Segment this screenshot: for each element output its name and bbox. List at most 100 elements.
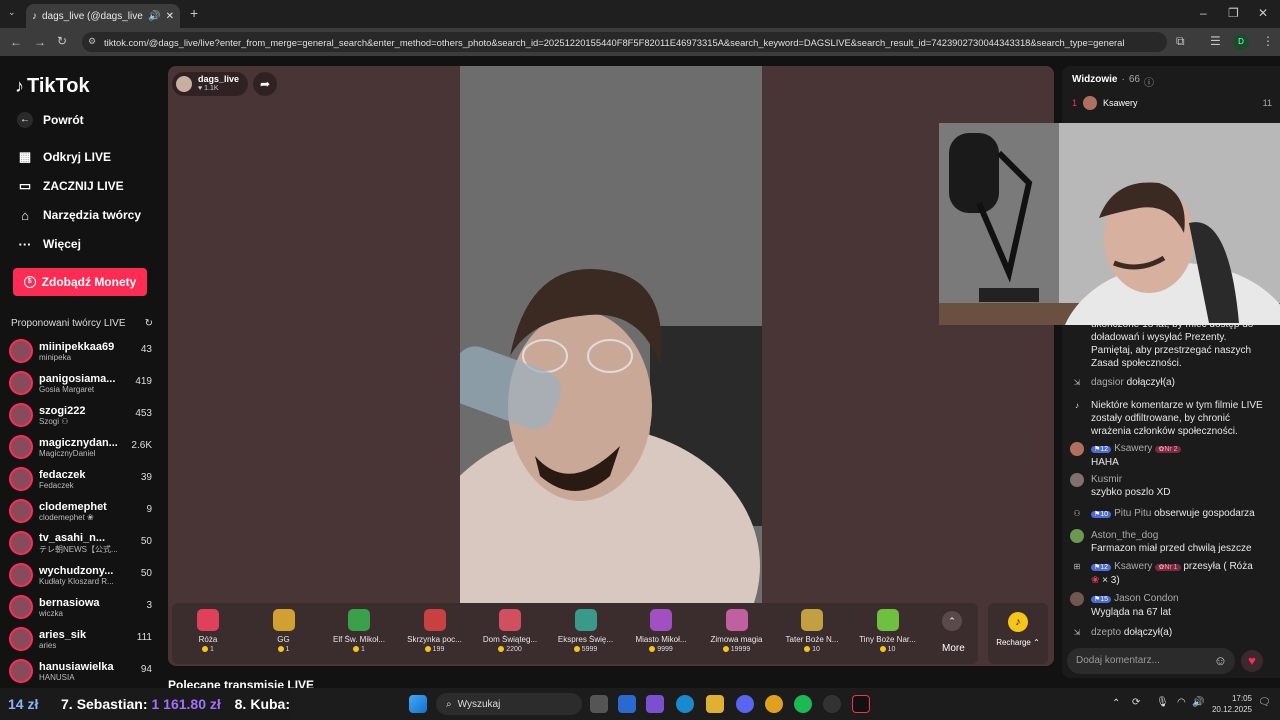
gift-item[interactable]: Ekspres Świę... 5999 [550,603,622,664]
tiktok-logo[interactable]: ♪ TikTok [15,75,90,98]
recharge-button[interactable]: ♪ Recharge ⌃ [988,603,1048,664]
gift-name: Dom Świąteg... [482,635,538,644]
creator-viewer-count: 3 [146,600,152,611]
viewers-header[interactable]: Widzowie · 66 ⓘ [1072,74,1154,89]
gift-item[interactable]: Tiny Boże Nar... 10 [852,603,924,664]
notifications-icon[interactable]: 🗨 [1258,697,1271,708]
top-viewer-row[interactable]: 1 Ksawery 11 [1072,96,1272,110]
gift-expand-button[interactable]: ⌃ [942,611,962,631]
creator-list-item[interactable]: wychudzony... Kudłaty Kloszard R... 50 [0,559,152,591]
chrome-menu-icon[interactable]: ⋮ [1262,34,1274,48]
gift-item[interactable]: Skrzynka poc... 199 [399,603,471,664]
refresh-icon[interactable]: ↻ [145,318,153,329]
creator-list-item[interactable]: tv_asahi_n... テレ朝NEWS【公式... 50 [0,527,152,559]
gift-item[interactable]: Dom Świąteg... 2200 [474,603,546,664]
emoji-icon[interactable]: ☺ [1214,653,1227,668]
wifi-icon[interactable]: ◠ [1177,697,1186,708]
browser-tab[interactable]: ♪ dags_live (@dags_live) pro... 🔊 ✕ [26,4,180,28]
windows-start-icon[interactable] [409,695,427,713]
chat-avatar[interactable] [1070,592,1084,606]
viewers-label: Widzowie [1072,74,1118,85]
gift-item[interactable]: Zimowa magia 19999 [701,603,773,664]
info-icon[interactable]: ⓘ [1144,74,1154,89]
media-control-icon[interactable]: ☰ [1210,34,1221,48]
creator-list-item[interactable]: aries_sik aries 111 [0,623,152,655]
reload-icon[interactable]: ↻ [57,34,67,48]
gifts-more-label[interactable]: More [942,643,965,654]
share-button[interactable]: ➦ [253,72,277,96]
chat-username[interactable]: dagsior [1091,377,1124,388]
file-explorer-icon[interactable] [706,695,724,713]
creator-list-item[interactable]: magicznydan... MagicznyDaniel 2.6K [0,431,152,463]
viewer-name: Ksawery [1103,98,1138,108]
restore-icon[interactable]: ❐ [1228,6,1239,20]
minimize-icon[interactable]: – [1200,6,1207,20]
address-bar[interactable]: ⚙ tiktok.com/@dags_live/live?enter_from_… [82,32,1167,52]
chat-username[interactable]: Ksawery [1114,561,1152,572]
discord-icon[interactable] [736,695,754,713]
host-info[interactable]: dags_live ♥ 1.1K [172,72,248,96]
get-coins-button[interactable]: $ Zdobądź Monety [13,268,147,296]
host-name[interactable]: dags_live [198,74,239,84]
creator-list-item[interactable]: fedaczek Fedaczek 39 [0,463,152,495]
chat-username[interactable]: Kusmir [1091,474,1122,485]
copilot-icon[interactable] [646,695,664,713]
gift-item[interactable]: Elf Św. Mikoł... 1 [323,603,395,664]
nav-discover-live[interactable]: ▦ Odkryj LIVE [17,147,111,167]
creator-avatar [9,467,33,491]
spotify-icon[interactable] [794,695,812,713]
creator-list-item[interactable]: szogi222 Szogi ⚇ 453 [0,399,152,431]
tray-chevron-icon[interactable]: ⌃ [1112,698,1120,709]
profile-avatar[interactable]: D [1233,34,1249,50]
nav-creator-tools[interactable]: ⌂ Narzędzia twórcy [17,205,141,225]
microphone-icon[interactable]: 🎙 [1156,697,1169,708]
gift-item[interactable]: Róża 1 [172,603,244,664]
creator-list-item[interactable]: panigosiama... Gosia Margaret 419 [0,367,152,399]
task-view-icon[interactable] [590,695,608,713]
new-tab-icon[interactable]: + [190,5,198,21]
chrome-icon[interactable] [765,695,783,713]
tab-search-icon[interactable]: ⌄ [8,7,16,18]
edge-icon[interactable] [676,695,694,713]
back-icon[interactable]: ← [10,35,22,49]
join-text: dołączył(a) [1123,627,1173,638]
live-video[interactable] [460,66,762,603]
creator-avatar [9,403,33,427]
comment-input[interactable]: Dodaj komentarz... ☺ [1067,648,1235,674]
gift-item[interactable]: Tater Boże N... 10 [776,603,848,664]
gift-item[interactable]: Miasto Mikoł... 9999 [625,603,697,664]
chevron-up-icon: ⌃ [948,616,956,626]
tab-close-icon[interactable]: ✕ [166,11,174,22]
taskbar-search[interactable]: ⌕ Wyszukaj [436,693,582,715]
sync-icon[interactable]: ⟳ [1132,697,1140,708]
obs-icon[interactable] [823,695,841,713]
host-avatar[interactable] [176,76,192,92]
chat-avatar[interactable] [1070,529,1084,543]
audio-icon[interactable]: 🔊 [148,11,160,22]
level-number: 10 [1100,511,1109,518]
creator-list-item[interactable]: clodemephet clodemephet ❀ 9 [0,495,152,527]
forward-icon[interactable]: → [34,35,46,49]
chat-avatar[interactable] [1070,473,1084,487]
chat-avatar[interactable] [1070,442,1084,456]
volume-icon[interactable]: 🔊 [1192,697,1204,708]
chat-username[interactable]: dzepto [1091,627,1121,638]
store-icon[interactable] [618,695,636,713]
like-heart-button[interactable]: ♥ [1241,650,1263,672]
creator-list-item[interactable]: bernasiowa wiczka 3 [0,591,152,623]
nav-more[interactable]: ··· Więcej [17,234,81,254]
chat-username[interactable]: Ksawery [1114,443,1152,454]
chat-username[interactable]: Aston_the_dog [1091,530,1158,541]
chat-username[interactable]: Pitu Pitu [1114,508,1151,519]
window-close-icon[interactable]: ✕ [1258,6,1268,20]
gift-item[interactable]: GG 1 [248,603,320,664]
extensions-icon[interactable]: ⧉ [1176,34,1185,49]
system-clock[interactable]: 17:05 20.12.2025 [1208,693,1252,715]
back-link[interactable]: ← Powrót [17,110,84,130]
chat-username[interactable]: Jason Condon [1114,593,1179,604]
tiktok-app-icon[interactable] [852,695,870,713]
nav-go-live[interactable]: ▭ ZACZNIJ LIVE [17,176,124,196]
creator-list-item[interactable]: hanusiawielka HANUSIA 94 [0,655,152,687]
creator-list-item[interactable]: miinipekkaa69 minipeka 43 [0,335,152,367]
site-info-icon[interactable]: ⚙ [88,36,96,47]
